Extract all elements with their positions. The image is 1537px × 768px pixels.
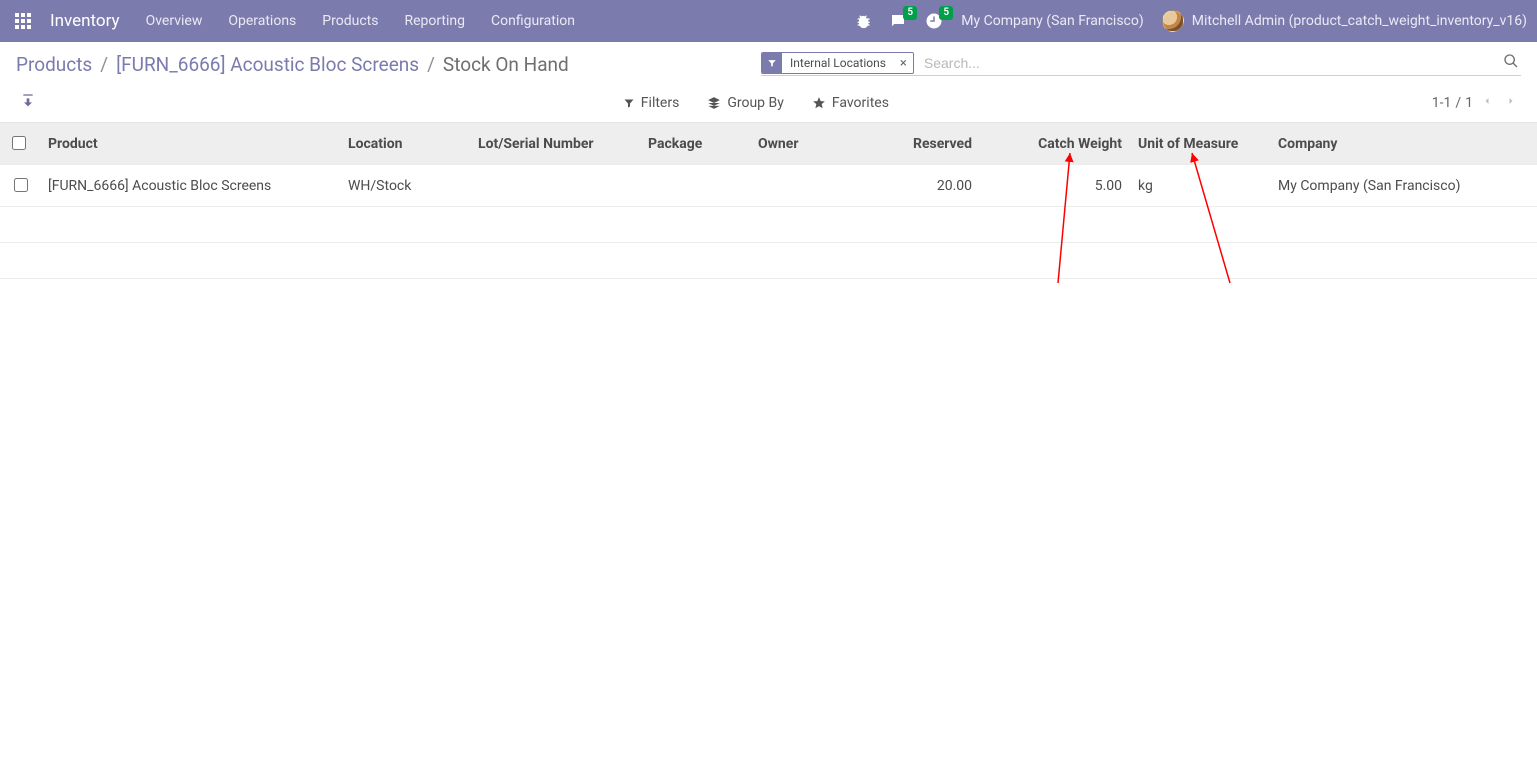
th-reserved[interactable]: Reserved [850, 123, 980, 165]
pager: 1-1 / 1 [1432, 93, 1521, 113]
search-icon[interactable] [1501, 53, 1521, 73]
messages-icon[interactable]: 5 [889, 12, 907, 30]
row-checkbox[interactable] [14, 178, 28, 192]
app-brand[interactable]: Inventory [50, 11, 120, 31]
th-company[interactable]: Company [1270, 123, 1537, 165]
cell-reserved: 20.00 [850, 165, 980, 207]
cell-uom: kg [1130, 165, 1270, 207]
export-button[interactable] [16, 91, 40, 115]
menu-reporting[interactable]: Reporting [404, 13, 465, 29]
cell-location: WH/Stock [340, 165, 470, 207]
th-uom[interactable]: Unit of Measure [1130, 123, 1270, 165]
breadcrumb-product[interactable]: [FURN_6666] Acoustic Bloc Screens [116, 53, 419, 76]
filters-label: Filters [641, 95, 680, 111]
cell-owner [750, 165, 850, 207]
breadcrumb-sep: / [427, 53, 435, 76]
pager-total: 1 [1465, 95, 1473, 111]
apps-icon[interactable] [10, 8, 36, 34]
list-view: Product Location Lot/Serial Number Packa… [0, 123, 1537, 279]
user-name-label: Mitchell Admin (product_catch_weight_inv… [1192, 13, 1527, 29]
menu-configuration[interactable]: Configuration [491, 13, 575, 29]
th-package[interactable]: Package [640, 123, 750, 165]
company-switcher[interactable]: My Company (San Francisco) [961, 13, 1143, 29]
filter-icon [762, 53, 782, 73]
messages-badge: 5 [903, 6, 917, 20]
table-empty-row [0, 243, 1537, 279]
search-area: Internal Locations × [761, 52, 1521, 76]
cell-package [640, 165, 750, 207]
th-lot[interactable]: Lot/Serial Number [470, 123, 640, 165]
table-empty-row [0, 207, 1537, 243]
th-owner[interactable]: Owner [750, 123, 850, 165]
top-navbar: Inventory Overview Operations Products R… [0, 0, 1537, 42]
stock-table: Product Location Lot/Serial Number Packa… [0, 123, 1537, 279]
debug-icon[interactable] [855, 13, 871, 29]
table-row[interactable]: [FURN_6666] Acoustic Bloc Screens WH/Sto… [0, 165, 1537, 207]
cell-product: [FURN_6666] Acoustic Bloc Screens [40, 165, 340, 207]
cell-company: My Company (San Francisco) [1270, 165, 1537, 207]
favorites-label: Favorites [832, 95, 889, 111]
cell-lot [470, 165, 640, 207]
menu-overview[interactable]: Overview [146, 13, 203, 29]
facet-remove[interactable]: × [894, 56, 913, 71]
breadcrumb-sep: / [100, 53, 108, 76]
menu-operations[interactable]: Operations [228, 13, 296, 29]
pager-sep: / [1455, 95, 1461, 111]
breadcrumb-products[interactable]: Products [16, 53, 92, 76]
th-location[interactable]: Location [340, 123, 470, 165]
th-product[interactable]: Product [40, 123, 340, 165]
group-by-label: Group By [727, 95, 784, 111]
search-input[interactable] [920, 53, 1501, 73]
group-by-button[interactable]: Group By [707, 95, 784, 111]
user-menu[interactable]: Mitchell Admin (product_catch_weight_inv… [1162, 10, 1527, 32]
breadcrumb-current: Stock On Hand [443, 53, 569, 76]
filters-button[interactable]: Filters [623, 95, 680, 111]
facet-label: Internal Locations [782, 56, 894, 70]
select-all-checkbox[interactable] [12, 136, 26, 150]
navbar-right: 5 5 My Company (San Francisco) Mitchell … [855, 10, 1527, 32]
breadcrumb: Products / [FURN_6666] Acoustic Bloc Scr… [16, 53, 569, 76]
main-menu: Overview Operations Products Reporting C… [146, 13, 575, 29]
control-panel: Products / [FURN_6666] Acoustic Bloc Scr… [0, 42, 1537, 123]
avatar [1162, 10, 1184, 32]
pager-next[interactable] [1501, 93, 1521, 113]
pager-range[interactable]: 1-1 [1432, 95, 1452, 111]
activities-badge: 5 [939, 6, 953, 20]
favorites-button[interactable]: Favorites [812, 95, 889, 111]
th-catch-weight[interactable]: Catch Weight [980, 123, 1130, 165]
pager-prev[interactable] [1477, 93, 1497, 113]
cell-catch-weight: 5.00 [980, 165, 1130, 207]
activities-icon[interactable]: 5 [925, 12, 943, 30]
table-header-row: Product Location Lot/Serial Number Packa… [0, 123, 1537, 165]
menu-products[interactable]: Products [322, 13, 378, 29]
search-facet: Internal Locations × [761, 52, 914, 74]
